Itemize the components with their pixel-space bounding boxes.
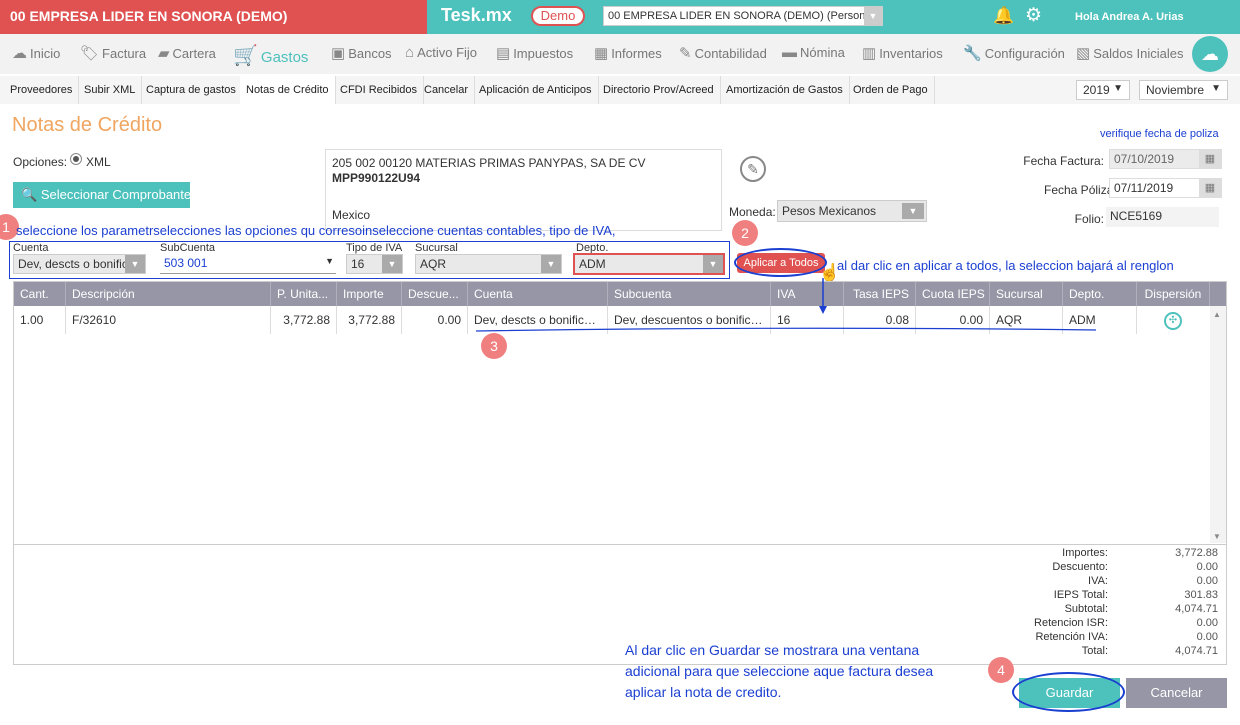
annotation-arrow-head bbox=[819, 306, 827, 314]
annotation-lines bbox=[475, 278, 1097, 332]
annotation-underline bbox=[475, 327, 1097, 332]
